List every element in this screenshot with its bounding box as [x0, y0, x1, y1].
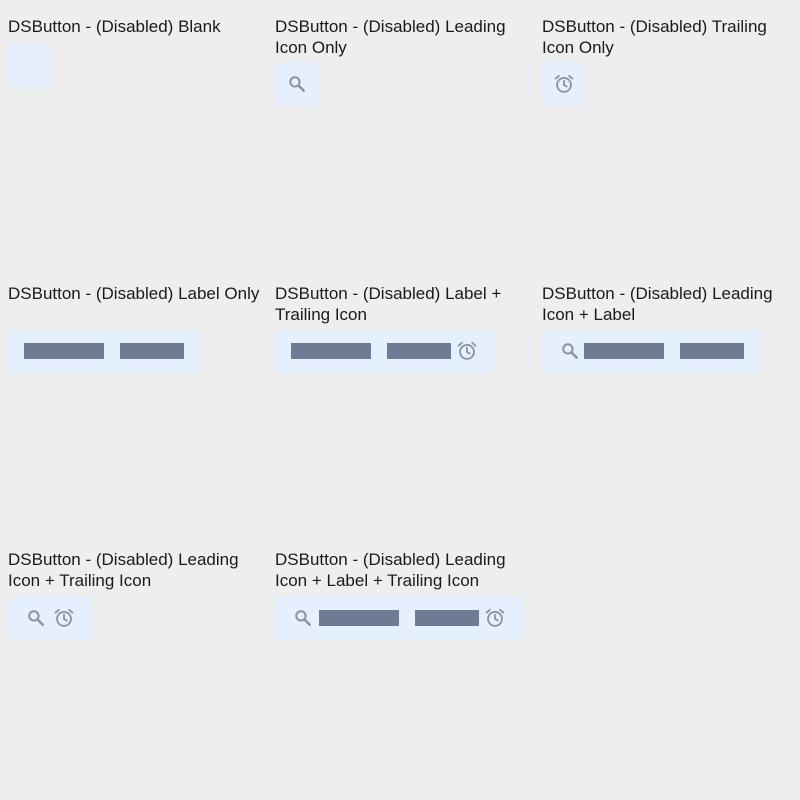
ds-button-disabled-trailing-icon[interactable]: [542, 62, 586, 106]
ds-button-disabled-leading-icon-label[interactable]: [542, 329, 762, 373]
label-placeholder: [415, 610, 479, 626]
alarm-icon: [552, 72, 576, 96]
variant-leading-icon-label: DSButton - (Disabled) Leading Icon + Lab…: [542, 283, 800, 373]
alarm-icon: [455, 339, 479, 363]
variant-title: DSButton - (Disabled) Leading Icon Only: [275, 17, 506, 57]
alarm-icon: [52, 606, 76, 630]
ds-button-disabled-leading-icon[interactable]: [275, 62, 319, 106]
ds-button-disabled-blank[interactable]: [8, 43, 52, 87]
variant-title: DSButton - (Disabled) Label + Trailing I…: [275, 284, 502, 324]
variant-leading-trailing-icon: DSButton - (Disabled) Leading Icon + Tra…: [8, 549, 268, 640]
variant-label-only: DSButton - (Disabled) Label Only: [8, 283, 268, 373]
variant-title: DSButton - (Disabled) Leading Icon + Lab…: [275, 550, 506, 590]
ds-button-disabled-leading-trailing-icon[interactable]: [8, 596, 92, 640]
ds-button-disabled-leading-label-trailing[interactable]: [275, 596, 523, 640]
variant-title: DSButton - (Disabled) Leading Icon + Lab…: [542, 284, 773, 324]
search-icon: [558, 339, 582, 363]
label-placeholder: [291, 343, 371, 359]
variant-title: DSButton - (Disabled) Leading Icon + Tra…: [8, 550, 239, 590]
variant-trailing-icon-only: DSButton - (Disabled) Trailing Icon Only: [542, 16, 800, 106]
variant-title: DSButton - (Disabled) Blank: [8, 17, 221, 36]
ds-button-disabled-label-trailing-icon[interactable]: [275, 329, 495, 373]
search-icon: [285, 72, 309, 96]
search-icon: [24, 606, 48, 630]
search-icon: [291, 606, 315, 630]
variant-title: DSButton - (Disabled) Label Only: [8, 284, 260, 303]
label-placeholder: [584, 343, 664, 359]
label-placeholder: [319, 610, 399, 626]
variant-label-trailing-icon: DSButton - (Disabled) Label + Trailing I…: [275, 283, 535, 373]
variant-title: DSButton - (Disabled) Trailing Icon Only: [542, 17, 767, 57]
label-placeholder: [24, 343, 104, 359]
alarm-icon: [483, 606, 507, 630]
ds-button-disabled-label[interactable]: [8, 329, 201, 373]
variant-leading-label-trailing: DSButton - (Disabled) Leading Icon + Lab…: [275, 549, 535, 640]
variant-blank: DSButton - (Disabled) Blank: [8, 16, 268, 87]
label-placeholder: [680, 343, 744, 359]
label-placeholder: [120, 343, 184, 359]
label-placeholder: [387, 343, 451, 359]
variant-leading-icon-only: DSButton - (Disabled) Leading Icon Only: [275, 16, 535, 106]
